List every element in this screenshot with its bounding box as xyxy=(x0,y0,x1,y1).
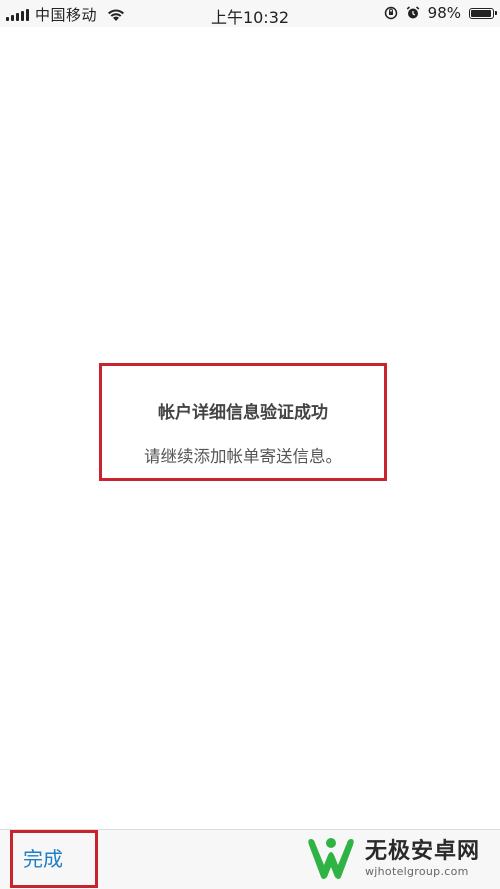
battery-percent: 98% xyxy=(427,4,461,22)
message-title: 帐户详细信息验证成功 xyxy=(158,403,328,423)
message-subtitle: 请继续添加帐单寄送信息。 xyxy=(144,447,342,466)
watermark-text: 无极安卓网 wjhotelgroup.com xyxy=(365,839,480,879)
done-button[interactable]: 完成 xyxy=(10,830,98,888)
watermark: 无极安卓网 wjhotelgroup.com xyxy=(303,833,495,885)
rotation-lock-icon xyxy=(384,6,397,20)
watermark-name: 无极安卓网 xyxy=(365,839,481,864)
battery-icon xyxy=(469,7,497,19)
status-right: 98% xyxy=(384,4,497,22)
battery-fill xyxy=(471,9,491,17)
verification-message: 帐户详细信息验证成功 请继续添加帐单寄送信息。 xyxy=(99,363,387,481)
watermark-url: wjhotelgroup.com xyxy=(365,865,469,878)
alarm-icon xyxy=(406,6,419,19)
watermark-logo-icon xyxy=(308,838,354,879)
status-bar: 中国移动 上午10:32 98% xyxy=(0,0,500,27)
